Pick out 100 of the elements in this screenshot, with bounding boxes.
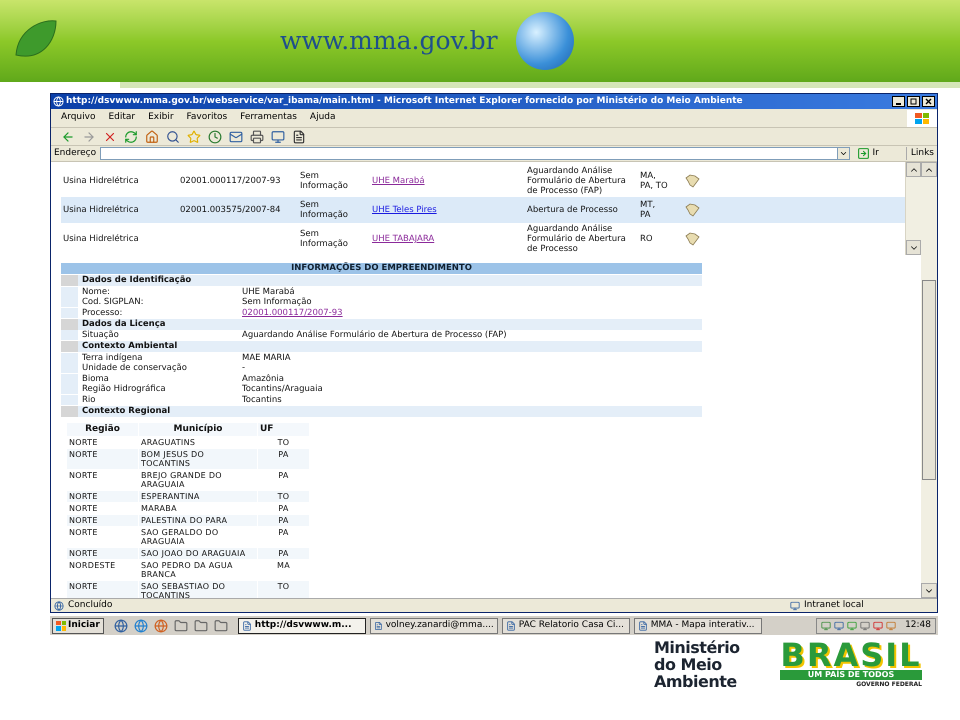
uf-cell-text: RO	[639, 234, 654, 244]
result-row[interactable]: Usina Hidrelétrica 02001.003575/2007-84 Sem Informação UHE Teles Pires Abertura de Processo MT, PA	[61, 197, 905, 223]
project-link[interactable]: UHE Teles Pires	[372, 205, 437, 215]
table-cell: TO	[258, 490, 309, 502]
task-button[interactable]: volney.zanardi@mma....	[370, 618, 498, 634]
table-cell: NORTE	[67, 490, 138, 502]
scroll-down-icon[interactable]	[921, 583, 937, 598]
task-button[interactable]: http://dsvwww.m...	[238, 618, 366, 634]
window-icon	[242, 620, 252, 630]
table-cell: ESPERANTINA	[139, 490, 257, 502]
monitor-icon[interactable]	[271, 130, 285, 144]
address-field[interactable]	[100, 147, 850, 160]
field-label: Processo:	[81, 308, 124, 318]
window-icon	[506, 620, 516, 630]
process-link[interactable]: 02001.000117/2007-93	[242, 308, 343, 318]
map-icon[interactable]	[684, 232, 700, 246]
menu-item[interactable]: Ajuda	[310, 111, 336, 125]
table-cell: PALESTINA DO PARA	[139, 514, 257, 526]
table-cell: SAO JOAO DO ARAGUAIA	[139, 548, 257, 558]
section-header: INFORMAÇÕES DO EMPREENDIMENTO	[61, 263, 702, 274]
back-icon[interactable]	[61, 130, 75, 144]
scroll-down-icon[interactable]	[906, 240, 921, 255]
folder-icon[interactable]	[174, 618, 188, 632]
group-heading: Dados de Identificação	[78, 275, 702, 286]
tray-icon[interactable]	[873, 620, 884, 630]
status-cell-text: Abertura de Processo	[527, 205, 619, 215]
globe-icon[interactable]	[114, 618, 128, 632]
home-icon[interactable]	[145, 130, 159, 144]
scrollbar[interactable]	[921, 162, 937, 598]
scrollbar[interactable]	[905, 162, 921, 255]
project-link[interactable]: UHE Marabá	[372, 176, 425, 186]
scroll-up-icon[interactable]	[906, 162, 921, 177]
tray-icon[interactable]	[834, 620, 844, 630]
row-marker	[61, 286, 78, 296]
map-icon[interactable]	[684, 174, 700, 188]
field-value: MAE MARIA	[242, 352, 291, 362]
tray-icon[interactable]	[847, 620, 858, 630]
menu-item[interactable]: Arquivo	[61, 111, 96, 125]
menu-item[interactable]: Editar	[108, 111, 136, 125]
task-button[interactable]: MMA - Mapa interativ...	[634, 618, 762, 634]
history-icon[interactable]	[208, 130, 222, 144]
clock: 12:48	[905, 618, 931, 632]
tray-icon[interactable]	[886, 620, 896, 630]
print-icon[interactable]	[250, 130, 264, 144]
sigplan-cell-text: Sem Informação	[300, 171, 350, 191]
tray-icon[interactable]	[821, 620, 832, 630]
row-marker	[61, 330, 78, 340]
menu-item[interactable]: Ferramentas	[240, 111, 297, 125]
minimize-button[interactable]	[892, 96, 905, 107]
address-label: Endereço	[54, 146, 96, 160]
row-marker	[61, 352, 78, 362]
field-label: Rio	[81, 394, 96, 404]
mail-icon[interactable]	[229, 130, 243, 144]
close-button[interactable]	[922, 96, 935, 107]
row-marker	[61, 384, 78, 394]
forward-icon[interactable]	[82, 130, 96, 144]
menu-item[interactable]: Favoritos	[186, 111, 228, 125]
status-text: Concluído	[68, 598, 114, 612]
star-icon[interactable]	[187, 130, 201, 144]
windows-logo-icon	[56, 620, 66, 630]
column-header: Região	[67, 422, 138, 436]
table-cell: PA	[258, 514, 309, 526]
field-value: UHE Marabá	[242, 286, 295, 296]
field-label: Bioma	[81, 374, 110, 384]
scroll-thumb[interactable]	[922, 280, 936, 480]
map-icon[interactable]	[684, 203, 700, 217]
scroll-up-icon[interactable]	[921, 162, 937, 177]
folder-icon[interactable]	[214, 618, 228, 632]
row-marker	[61, 308, 78, 318]
column-header: Município	[139, 422, 257, 436]
task-button[interactable]: PAC Relatorio Casa Ci...	[502, 618, 630, 634]
row-marker	[61, 406, 78, 416]
folder-icon[interactable]	[194, 618, 208, 632]
field-label: Situação	[81, 330, 120, 340]
table-cell: NORTE	[67, 514, 138, 526]
globe-icon[interactable]	[154, 618, 168, 632]
restore-button[interactable]	[907, 96, 920, 107]
status-cell-text: Aguardando Análise Formulário de Abertura de Processo	[527, 224, 627, 254]
menu-item[interactable]: Exibir	[148, 111, 174, 125]
links-button[interactable]: Links	[906, 146, 934, 160]
field-label: Unidade de conservação	[81, 363, 188, 373]
refresh-icon[interactable]	[124, 130, 138, 144]
project-link[interactable]: UHE TABAJARA	[372, 234, 434, 244]
dropdown-icon[interactable]	[836, 148, 849, 159]
table-cell: NORTE	[67, 548, 138, 558]
start-button[interactable]: Iniciar	[52, 618, 104, 634]
row-marker	[61, 297, 78, 307]
row-marker	[61, 374, 78, 384]
table-cell: SAO SEBASTIAO DO TOCANTINS	[139, 580, 257, 598]
type-cell-text: Usina Hidrelétrica	[62, 176, 140, 186]
ministry-logo-text: Ministério do Meio Ambiente	[654, 639, 741, 690]
field-label: Região Hidrográfica	[81, 384, 167, 394]
window-icon	[638, 620, 648, 630]
search-icon[interactable]	[166, 130, 180, 144]
field-value: -	[242, 363, 246, 373]
row-marker	[61, 363, 78, 373]
globe-icon[interactable]	[134, 618, 148, 632]
go-button[interactable]: Ir	[854, 146, 882, 160]
column-header: UF	[258, 422, 309, 436]
tray-icon[interactable]	[860, 620, 870, 630]
